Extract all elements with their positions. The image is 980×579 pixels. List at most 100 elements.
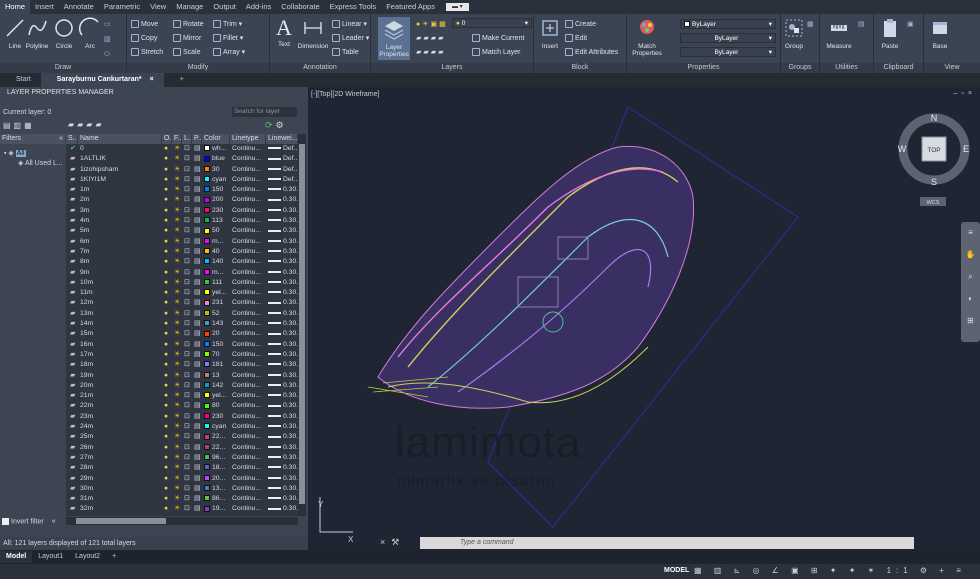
layer-color[interactable]: 230 <box>202 412 230 422</box>
layer-freeze-sun-icon[interactable]: ☀ <box>172 257 182 267</box>
layer-lock-icon[interactable]: ⊡ <box>182 165 192 175</box>
layer-linetype[interactable]: Continu... <box>230 309 266 319</box>
layer-name[interactable]: 3m <box>78 206 162 216</box>
layer-plot-icon[interactable]: ▤ <box>192 412 202 422</box>
layer-row[interactable]: ▰6m●☀⊡▤ m... Continu... 0.30... <box>66 237 298 247</box>
trim-tool[interactable]: Trim ▾ <box>213 19 242 30</box>
ellipse-icon[interactable]: ⬭ <box>104 49 110 60</box>
compass-s[interactable]: S <box>931 177 937 187</box>
layer-linetype[interactable]: Continu... <box>230 278 266 288</box>
layer-name[interactable]: 11m <box>78 288 162 298</box>
layer-lock-icon[interactable]: ⊡ <box>182 206 192 216</box>
layer-on-bulb-icon[interactable]: ● <box>162 216 172 226</box>
ribbon-tab-manage[interactable]: Manage <box>171 0 208 14</box>
layer-linetype[interactable]: Continu... <box>230 319 266 329</box>
ribbon-overflow-button[interactable]: ▬ ▾ <box>445 3 469 11</box>
layer-on-bulb-icon[interactable]: ● <box>162 195 172 205</box>
layer-plot-icon[interactable]: ▤ <box>192 391 202 401</box>
compass-e[interactable]: E <box>963 144 969 154</box>
layer-lock-icon[interactable]: ⊡ <box>182 329 192 339</box>
layer-lineweight[interactable]: 0.30... <box>266 278 298 288</box>
wcs-menu[interactable]: WCS <box>927 200 940 206</box>
layer-row[interactable]: ▰ 1KIYI1M ● ☀ ⊡ ▤ cyan Continu... Def... <box>66 175 298 185</box>
layer-linetype[interactable]: Continu... <box>230 453 266 463</box>
layer-name[interactable]: 1m <box>78 185 162 195</box>
layer-on-bulb-icon[interactable]: ● <box>162 494 172 504</box>
layer-lineweight[interactable]: 0.30... <box>266 185 298 195</box>
layer-linetype[interactable]: Continu... <box>230 432 266 442</box>
layer-color[interactable]: 13 <box>202 371 230 381</box>
layer-row[interactable]: ▰22m●☀⊡▤ 80 Continu... 0.30... <box>66 401 298 411</box>
layer-name[interactable]: 12m <box>78 298 162 308</box>
layer-freeze-sun-icon[interactable]: ☀ <box>172 206 182 216</box>
command-input[interactable]: Type a command <box>420 537 914 549</box>
command-line-icons[interactable]: ×⚒ <box>380 537 405 548</box>
layer-color[interactable]: wh... <box>202 144 230 154</box>
match-properties-button[interactable]: Match Properties <box>630 17 664 57</box>
layer-plot-icon[interactable]: ▤ <box>192 298 202 308</box>
layer-freeze-sun-icon[interactable]: ☀ <box>172 360 182 370</box>
layer-row[interactable]: ▰ 1izohipsham ● ☀ ⊡ ▤ 30 Continu... Def... <box>66 165 298 175</box>
layer-color[interactable]: cyan <box>202 422 230 432</box>
layer-color[interactable]: 19... <box>202 504 230 514</box>
layer-row[interactable]: ▰ 1ALTLIK ● ☀ ⊡ ▤ blue Continu... Def... <box>66 154 298 164</box>
layer-plot-icon[interactable]: ▤ <box>192 484 202 494</box>
layer-name[interactable]: 21m <box>78 391 162 401</box>
layer-row[interactable]: ▰15m●☀⊡▤ 20 Continu... 0.30... <box>66 329 298 339</box>
layer-plot-icon[interactable]: ▤ <box>192 432 202 442</box>
layer-lock-icon[interactable]: ⊡ <box>182 298 192 308</box>
layer-freeze-sun-icon[interactable]: ☀ <box>172 463 182 473</box>
ribbon-tab-collaborate[interactable]: Collaborate <box>276 0 324 14</box>
layer-on-bulb-icon[interactable]: ● <box>162 401 172 411</box>
layer-color[interactable]: 150 <box>202 185 230 195</box>
layer-lock-icon[interactable]: ⊡ <box>182 453 192 463</box>
layer-row[interactable]: ▰25m●☀⊡▤ 22... Continu... 0.30... <box>66 432 298 442</box>
layer-name[interactable]: 28m <box>78 463 162 473</box>
layer-lineweight[interactable]: 0.30... <box>266 319 298 329</box>
layer-lineweight[interactable]: 0.30... <box>266 340 298 350</box>
layer-lineweight[interactable]: 0.30... <box>266 463 298 473</box>
make-current-button[interactable]: Make Current <box>472 33 524 44</box>
layer-dropdown[interactable]: ● 0 ▾ <box>452 18 532 28</box>
layer-freeze-sun-icon[interactable]: ☀ <box>172 298 182 308</box>
layer-lineweight[interactable]: 0.30... <box>266 484 298 494</box>
layer-on-bulb-icon[interactable]: ● <box>162 154 172 164</box>
layer-plot-icon[interactable]: ▤ <box>192 329 202 339</box>
layer-name[interactable]: 23m <box>78 412 162 422</box>
layer-on-bulb-icon[interactable]: ● <box>162 484 172 494</box>
compass-n[interactable]: N <box>931 113 938 123</box>
layer-row[interactable]: ▰13m●☀⊡▤ 52 Continu... 0.30... <box>66 309 298 319</box>
layer-freeze-sun-icon[interactable]: ☀ <box>172 175 182 185</box>
move-tool[interactable]: Move <box>131 19 158 30</box>
layer-plot-icon[interactable]: ▤ <box>192 319 202 329</box>
layer-row[interactable]: ▰2m●☀⊡▤ 200 Continu... 0.30... <box>66 195 298 205</box>
layer-linetype[interactable]: Continu... <box>230 391 266 401</box>
layer-freeze-sun-icon[interactable]: ☀ <box>172 412 182 422</box>
layer-lineweight[interactable]: 0.30... <box>266 226 298 236</box>
layer-on-bulb-icon[interactable]: ● <box>162 268 172 278</box>
layer-linetype[interactable]: Continu... <box>230 268 266 278</box>
layer-freeze-sun-icon[interactable]: ☀ <box>172 391 182 401</box>
layer-linetype[interactable]: Continu... <box>230 216 266 226</box>
layer-row[interactable]: ▰19m●☀⊡▤ 13 Continu... 0.30... <box>66 371 298 381</box>
layer-plot-icon[interactable]: ▤ <box>192 206 202 216</box>
layer-row[interactable]: ▰12m●☀⊡▤ 231 Continu... 0.30... <box>66 298 298 308</box>
layer-lineweight[interactable]: 0.30... <box>266 298 298 308</box>
layer-freeze-sun-icon[interactable]: ☀ <box>172 237 182 247</box>
array-tool[interactable]: Array ▾ <box>213 47 245 58</box>
leader-tool[interactable]: Leader ▾ <box>332 33 369 44</box>
layer-on-bulb-icon[interactable]: ● <box>162 175 172 185</box>
layer-linetype[interactable]: Continu... <box>230 412 266 422</box>
layer-lock-icon[interactable]: ⊡ <box>182 494 192 504</box>
layer-color[interactable]: 111 <box>202 278 230 288</box>
draw-panel-title[interactable]: Draw <box>0 63 126 73</box>
layer-row[interactable]: ▰1m●☀⊡▤ 150 Continu... 0.30... <box>66 185 298 195</box>
col-color[interactable]: Color <box>202 134 230 144</box>
mirror-tool[interactable]: Mirror <box>173 33 201 44</box>
layer-linetype[interactable]: Continu... <box>230 195 266 205</box>
layer-freeze-sun-icon[interactable]: ☀ <box>172 422 182 432</box>
copy-clip-icon[interactable]: ▣ <box>907 19 914 30</box>
col-plot[interactable]: P.. <box>192 134 202 144</box>
layer-linetype[interactable]: Continu... <box>230 443 266 453</box>
layer-freeze-sun-icon[interactable]: ☀ <box>172 474 182 484</box>
